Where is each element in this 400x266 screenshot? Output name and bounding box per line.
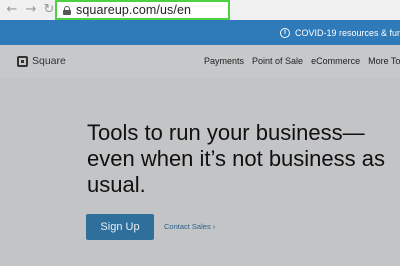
hero-title: Tools to run your business—even when it’… (87, 120, 385, 197)
site-navigation: Square Payments Point of Sale eCommerce … (0, 45, 400, 77)
reload-icon[interactable]: ↻ (42, 3, 56, 17)
address-bar[interactable]: squareup.com/us/en (55, 0, 230, 20)
contact-sales-link[interactable]: Contact Sales › (164, 222, 215, 231)
nav-link-payments[interactable]: Payments (204, 56, 244, 66)
browser-toolbar: ← → ↻ squareup.com/us/en (0, 0, 400, 20)
nav-link-ecommerce[interactable]: eCommerce (311, 56, 360, 66)
forward-arrow-icon[interactable]: → (24, 3, 38, 17)
back-arrow-icon[interactable]: ← (5, 3, 19, 17)
nav-link-more-tools[interactable]: More To (368, 56, 400, 66)
nav-links: Payments Point of Sale eCommerce More To (204, 56, 400, 66)
square-logo-icon (17, 55, 28, 67)
logo-text: Square (32, 55, 66, 67)
info-icon: i (280, 27, 290, 38)
sign-up-button[interactable]: Sign Up (86, 214, 154, 240)
nav-link-point-of-sale[interactable]: Point of Sale (252, 56, 303, 66)
lock-icon (63, 5, 71, 15)
square-logo[interactable]: Square (17, 55, 66, 67)
covid-banner[interactable]: i COVID-19 resources & fund (0, 20, 400, 45)
banner-text[interactable]: COVID-19 resources & fund (295, 28, 400, 38)
url-text[interactable]: squareup.com/us/en (76, 3, 191, 17)
